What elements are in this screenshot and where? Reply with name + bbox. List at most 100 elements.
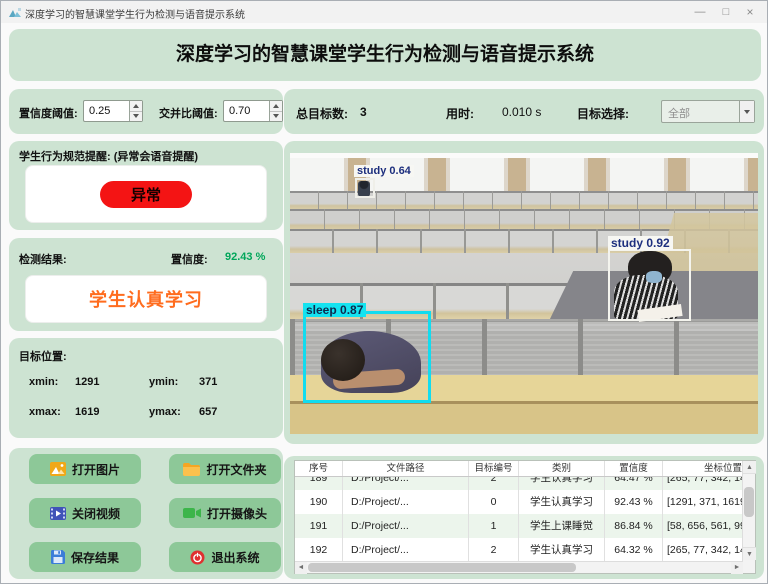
cell-category: 学生上课睡觉: [519, 514, 605, 538]
cell-confidence: 64.47 %: [605, 477, 663, 490]
behavior-status-box: 异常: [25, 165, 267, 223]
target-select-value: 全部: [668, 105, 690, 121]
cell-confidence: 64.32 %: [605, 538, 663, 562]
col-header[interactable]: 文件路径: [343, 461, 469, 476]
vertical-scroll-thumb[interactable]: [744, 487, 754, 517]
maximize-button[interactable]: □: [715, 3, 737, 21]
iou-threshold-spinner[interactable]: 0.70: [223, 100, 283, 122]
detection-photo: study 0.64 study 0.92 sleep 0.87: [290, 153, 758, 434]
horizontal-scrollbar[interactable]: ◄ ►: [295, 561, 743, 573]
col-header[interactable]: 置信度: [605, 461, 663, 476]
table-row[interactable]: 190 D:/Project/... 0 学生认真学习 92.43 % [129…: [295, 490, 743, 514]
button-label: 打开图片: [72, 461, 120, 478]
cell-coords: [1291, 371, 1619, 657]: [663, 490, 743, 514]
cell-path: D:/Project/...: [343, 477, 469, 490]
scroll-down-icon[interactable]: ▼: [743, 547, 756, 560]
cell-index: 191: [295, 514, 343, 538]
cell-confidence: 92.43 %: [605, 490, 663, 514]
cell-category: 学生认真学习: [519, 538, 605, 562]
spinner-buttons[interactable]: [129, 101, 142, 121]
open-folder-button[interactable]: 打开文件夹: [169, 454, 281, 484]
ymax-value: 657: [199, 406, 217, 418]
result-text-box: 学生认真学习: [25, 275, 267, 323]
folder-icon: [183, 463, 200, 476]
behavior-panel: 学生行为规范提醒: (异常会语音提醒) 异常: [9, 141, 283, 230]
result-confidence-value: 92.43 %: [225, 251, 265, 263]
detection-label: study 0.64: [354, 165, 414, 177]
cell-category: 学生认真学习: [519, 477, 605, 490]
iou-threshold-label: 交并比阈值:: [159, 105, 218, 121]
dropdown-arrow-button[interactable]: [739, 101, 754, 122]
cell-coords: [58, 656, 561, 995]: [663, 514, 743, 538]
col-header[interactable]: 目标编号: [469, 461, 519, 476]
result-confidence-label: 置信度:: [171, 251, 208, 267]
cell-category: 学生认真学习: [519, 490, 605, 514]
xmax-value: 1619: [75, 406, 99, 418]
target-select-label: 目标选择:: [577, 105, 629, 122]
table-row[interactable]: 189 D:/Project/... 2 学生认真学习 64.47 % [265…: [295, 477, 743, 490]
page-title: 深度学习的智慧课堂学生行为检测与语音提示系统: [9, 29, 761, 81]
spinner-up-icon[interactable]: [270, 101, 282, 112]
table-content: 序号 文件路径 目标编号 类别 置信度 坐标位置 189 D:/Project/…: [295, 461, 743, 562]
spinner-buttons[interactable]: [269, 101, 282, 121]
scroll-left-icon[interactable]: ◄: [295, 562, 307, 574]
image-panel: study 0.64 study 0.92 sleep 0.87: [284, 141, 764, 444]
position-panel: 目标位置: xmin: 1291 ymin: 371 xmax: 1619 ym…: [9, 338, 283, 438]
cell-target-id: 0: [469, 490, 519, 514]
detected-class-text: 学生认真学习: [89, 286, 203, 312]
save-icon: [51, 550, 65, 564]
horizontal-scroll-thumb[interactable]: [308, 563, 576, 572]
open-camera-button[interactable]: 打开摄像头: [169, 498, 281, 528]
result-section-label: 检测结果:: [19, 251, 67, 267]
cell-index: 192: [295, 538, 343, 562]
ymax-label: ymax:: [149, 406, 181, 418]
scroll-up-icon[interactable]: ▲: [743, 461, 756, 474]
col-header[interactable]: 序号: [295, 461, 343, 476]
spinner-down-icon[interactable]: [270, 112, 282, 122]
app-logo-icon: [9, 6, 22, 18]
confidence-threshold-spinner[interactable]: 0.25: [83, 100, 143, 122]
col-header[interactable]: 坐标位置: [663, 461, 743, 476]
table-row[interactable]: 192 D:/Project/... 2 学生认真学习 64.32 % [265…: [295, 538, 743, 562]
cell-index: 190: [295, 490, 343, 514]
button-label: 关闭视频: [72, 505, 120, 522]
video-icon: [50, 507, 66, 520]
stats-panel: 总目标数: 3 用时: 0.010 s 目标选择: 全部: [284, 89, 764, 134]
camera-icon: [183, 507, 201, 519]
cell-coords: [265, 77, 342, 146]: [663, 477, 743, 490]
results-table: 序号 文件路径 目标编号 类别 置信度 坐标位置 189 D:/Project/…: [294, 460, 756, 574]
elapsed-time-value: 0.010 s: [502, 105, 541, 119]
image-icon: [50, 462, 66, 476]
table-row[interactable]: 191 D:/Project/... 1 学生上课睡觉 86.84 % [58,…: [295, 514, 743, 538]
power-icon: [190, 550, 205, 565]
iou-threshold-value: 0.70: [229, 105, 250, 117]
window-title: 深度学习的智慧课堂学生行为检测与语音提示系统: [25, 6, 245, 21]
confidence-threshold-label: 置信度阈值:: [19, 105, 78, 121]
close-button[interactable]: ×: [739, 3, 761, 21]
ymin-label: ymin:: [149, 376, 178, 388]
col-header[interactable]: 类别: [519, 461, 605, 476]
confidence-threshold-value: 0.25: [89, 105, 110, 117]
cell-target-id: 2: [469, 477, 519, 490]
minimize-button[interactable]: —: [689, 3, 711, 21]
open-image-button[interactable]: 打开图片: [29, 454, 141, 484]
bbox-sleep-087: [303, 311, 431, 403]
cell-path: D:/Project/...: [343, 538, 469, 562]
button-label: 打开摄像头: [207, 505, 267, 522]
cell-target-id: 2: [469, 538, 519, 562]
button-label: 退出系统: [211, 549, 259, 566]
spinner-up-icon[interactable]: [130, 101, 142, 112]
save-results-button[interactable]: 保存结果: [29, 542, 141, 572]
chevron-down-icon: [744, 110, 750, 114]
vertical-scrollbar[interactable]: ▲ ▼: [742, 461, 755, 573]
scroll-right-icon[interactable]: ►: [731, 562, 743, 574]
cell-index: 189: [295, 477, 343, 490]
table-panel: 序号 文件路径 目标编号 类别 置信度 坐标位置 189 D:/Project/…: [284, 456, 764, 579]
bbox-study-064: [355, 178, 375, 198]
spinner-down-icon[interactable]: [130, 112, 142, 122]
target-select-dropdown[interactable]: 全部: [661, 100, 755, 123]
exit-system-button[interactable]: 退出系统: [169, 542, 281, 572]
xmax-label: xmax:: [29, 406, 61, 418]
close-video-button[interactable]: 关闭视频: [29, 498, 141, 528]
table-header-row: 序号 文件路径 目标编号 类别 置信度 坐标位置: [295, 461, 743, 477]
